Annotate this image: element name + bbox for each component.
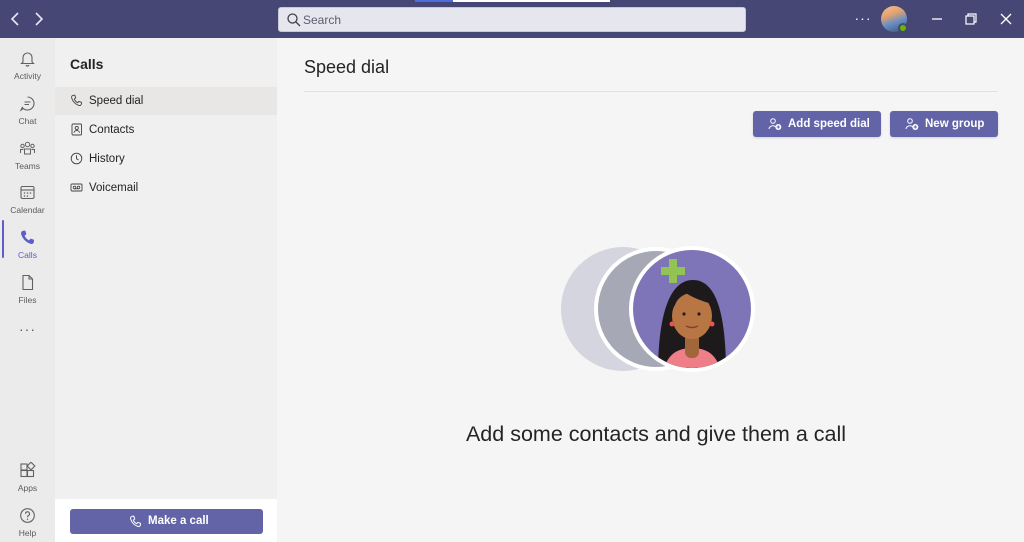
- rail-label: Help: [18, 528, 37, 538]
- more-apps-icon[interactable]: ···: [0, 321, 55, 337]
- apps-icon: [20, 462, 36, 478]
- phone-icon: [130, 515, 142, 528]
- chevron-left-icon[interactable]: [6, 9, 26, 29]
- nav-item-history[interactable]: History: [55, 145, 277, 173]
- add-contact-icon: [768, 118, 782, 130]
- rail-label: Chat: [18, 116, 37, 126]
- search-input[interactable]: Search: [278, 7, 746, 32]
- rail-item-files[interactable]: Files: [0, 268, 55, 312]
- phone-icon: [21, 230, 34, 245]
- phone-icon: [71, 94, 82, 106]
- empty-state-illustration: [561, 246, 755, 372]
- page-title: Speed dial: [304, 57, 390, 77]
- title-bar: Search ···: [0, 0, 1024, 38]
- rail-item-activity[interactable]: Activity: [0, 44, 55, 88]
- rail-item-calls[interactable]: Calls: [0, 223, 55, 267]
- rail-label: Apps: [17, 483, 38, 493]
- minimize-icon[interactable]: [927, 9, 947, 29]
- add-speed-dial-label: Add speed dial: [788, 118, 870, 130]
- chevron-right-icon[interactable]: [28, 9, 48, 29]
- empty-state-message: Add some contacts and give them a call: [465, 422, 847, 446]
- nav-item-speed-dial[interactable]: Speed dial: [55, 87, 277, 115]
- chat-icon: [19, 96, 35, 112]
- panel-footer: Make a call: [55, 499, 277, 542]
- calls-panel: Calls Speed dial Contacts History Voicem…: [55, 38, 277, 542]
- nav-item-label: Voicemail: [89, 182, 139, 194]
- new-group-label: New group: [925, 118, 985, 130]
- new-group-button[interactable]: New group: [890, 111, 998, 137]
- more-options-icon[interactable]: ···: [853, 9, 873, 29]
- teams-icon: [20, 141, 35, 155]
- rail-item-apps[interactable]: Apps: [0, 456, 55, 500]
- rail-label: Calendar: [10, 205, 45, 215]
- panel-title: Calls: [70, 56, 104, 72]
- make-a-call-button[interactable]: Make a call: [70, 509, 263, 534]
- clock-icon: [70, 152, 83, 165]
- search-icon: [287, 13, 301, 27]
- rail-label: Files: [18, 295, 37, 305]
- rail-item-chat[interactable]: Chat: [0, 89, 55, 133]
- presence-status-icon: [898, 23, 908, 33]
- rail-item-teams[interactable]: Teams: [0, 134, 55, 178]
- file-icon: [22, 274, 34, 291]
- nav-item-voicemail[interactable]: Voicemail: [55, 174, 277, 202]
- nav-item-contacts[interactable]: Contacts: [55, 116, 277, 144]
- calendar-icon: [20, 185, 35, 200]
- nav-item-label: Contacts: [89, 124, 135, 136]
- main-content: Speed dial Add speed dial New group Add …: [278, 38, 1024, 542]
- loading-indicator: [415, 0, 610, 2]
- divider: [304, 91, 998, 92]
- nav-item-label: Speed dial: [89, 95, 144, 107]
- rail-item-help[interactable]: Help: [0, 501, 55, 542]
- make-a-call-label: Make a call: [148, 515, 209, 527]
- nav-item-label: History: [89, 153, 125, 165]
- add-group-icon: [905, 118, 919, 130]
- rail-label: Activity: [14, 71, 41, 81]
- voicemail-icon: [70, 183, 83, 192]
- app-rail: Activity Chat Teams Calendar Calls Files…: [0, 38, 55, 542]
- help-icon: [20, 508, 35, 523]
- rail-label: Teams: [14, 161, 41, 171]
- rail-item-calendar[interactable]: Calendar: [0, 178, 55, 222]
- restore-icon[interactable]: [961, 9, 981, 29]
- add-speed-dial-button[interactable]: Add speed dial: [753, 111, 881, 137]
- search-placeholder: Search: [303, 13, 342, 27]
- close-icon[interactable]: [996, 9, 1016, 29]
- contacts-icon: [71, 123, 82, 136]
- rail-label: Calls: [18, 250, 37, 260]
- bell-icon: [20, 52, 35, 67]
